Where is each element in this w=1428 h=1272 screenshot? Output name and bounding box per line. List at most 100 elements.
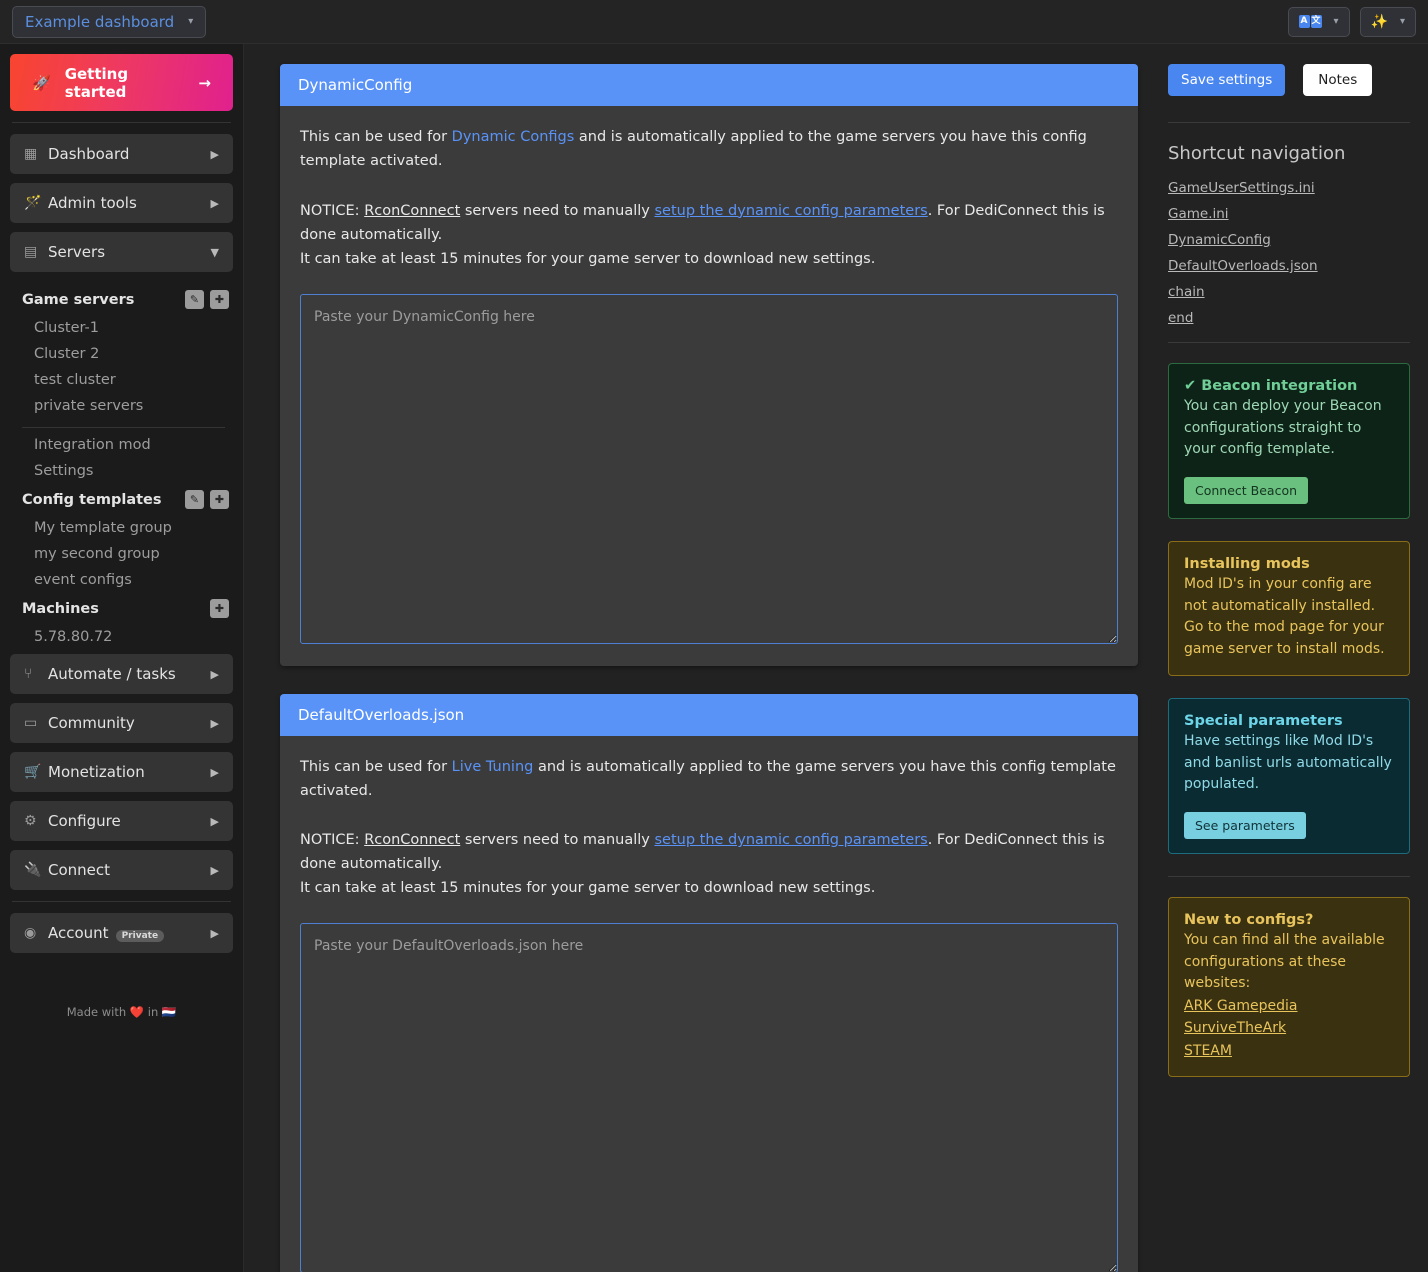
translate-button[interactable]: A 文 ▾: [1288, 7, 1350, 37]
special-parameters-body: Have settings like Mod ID's and banlist …: [1184, 731, 1394, 796]
tree-item-cluster-1[interactable]: Cluster-1: [10, 315, 233, 341]
tree-item-integration-mod[interactable]: Integration mod: [10, 432, 233, 458]
shortcut-link-defaultoverloads[interactable]: DefaultOverloads.json: [1168, 258, 1410, 274]
beacon-integration-card: ✔ Beacon integration You can deploy your…: [1168, 363, 1410, 519]
connect-beacon-button[interactable]: Connect Beacon: [1184, 477, 1308, 504]
notice-mid: servers need to manually: [460, 203, 654, 219]
edit-icon[interactable]: ✎: [185, 290, 204, 309]
magic-wand-icon: ✨: [1371, 15, 1388, 29]
shortcut-link-dynamicconfig[interactable]: DynamicConfig: [1168, 232, 1410, 248]
server-icon: ▤: [24, 244, 48, 260]
sidebar-item-label: Servers: [48, 243, 211, 261]
tree-group-label: Machines: [22, 601, 204, 617]
main-content: DynamicConfig This can be used for Dynam…: [244, 44, 1158, 1272]
sidebar-item-dashboard[interactable]: ▦ Dashboard ▶: [10, 134, 233, 174]
card-title: DefaultOverloads.json: [280, 694, 1138, 736]
translate-icon-a: A: [1299, 15, 1310, 28]
sidebar-item-configure[interactable]: ⚙ Configure ▶: [10, 801, 233, 841]
installing-mods-card: Installing mods Mod ID's in your config …: [1168, 541, 1410, 676]
add-icon[interactable]: ✚: [210, 290, 229, 309]
add-icon[interactable]: ✚: [210, 599, 229, 618]
chevron-down-icon: ▾: [1400, 17, 1405, 27]
divider: [1168, 122, 1410, 123]
new-to-configs-title: New to configs?: [1184, 912, 1394, 928]
tree-group-machines: Machines ✚: [10, 593, 233, 624]
account-label: Account: [48, 924, 109, 942]
translate-icon-b: 文: [1311, 15, 1322, 28]
tree-item-my-template-group[interactable]: My template group: [10, 515, 233, 541]
steam-link[interactable]: STEAM: [1184, 1040, 1394, 1062]
chevron-down-icon: ▾: [1334, 17, 1339, 27]
sidebar-item-servers[interactable]: ▤ Servers ▼: [10, 232, 233, 272]
tree-item-test-cluster[interactable]: test cluster: [10, 367, 233, 393]
add-icon[interactable]: ✚: [210, 490, 229, 509]
installing-mods-title: Installing mods: [1184, 556, 1394, 572]
arrow-right-icon: →: [198, 74, 211, 92]
top-bar-actions: A 文 ▾ ✨ ▾: [1288, 7, 1417, 37]
tree-item-my-second-group[interactable]: my second group: [10, 541, 233, 567]
magic-wand-icon: 🪄: [24, 195, 48, 211]
window-icon: ▭: [24, 715, 48, 731]
ark-gamepedia-link[interactable]: ARK Gamepedia: [1184, 995, 1394, 1017]
sidebar-item-label: Connect: [48, 861, 211, 879]
setup-parameters-link[interactable]: setup the dynamic config parameters: [654, 203, 927, 219]
notes-button[interactable]: Notes: [1303, 64, 1372, 96]
sidebar-item-automate-tasks[interactable]: ⑂ Automate / tasks ▶: [10, 654, 233, 694]
branch-icon: ⑂: [24, 666, 48, 682]
tree-item-event-configs[interactable]: event configs: [10, 567, 233, 593]
sidebar-item-label: Admin tools: [48, 194, 211, 212]
tree-group-config-templates: Config templates ✎ ✚: [10, 484, 233, 515]
sidebar-divider: [12, 122, 231, 123]
check-icon: ✔: [1184, 378, 1196, 394]
page-shell: 🚀 Getting started → ▦ Dashboard ▶ 🪄 Admi…: [0, 44, 1428, 1272]
dashboard-selector[interactable]: Example dashboard ▾: [12, 6, 206, 38]
right-sidebar-actions: Save settings Notes: [1168, 64, 1410, 96]
chevron-right-icon: ▶: [211, 717, 219, 730]
new-to-configs-body: You can find all the available configura…: [1184, 930, 1394, 995]
see-parameters-button[interactable]: See parameters: [1184, 812, 1306, 839]
tree-separator: [22, 427, 225, 428]
left-sidebar: 🚀 Getting started → ▦ Dashboard ▶ 🪄 Admi…: [0, 44, 244, 1272]
chevron-down-icon: ▾: [188, 17, 193, 27]
tree-item-settings[interactable]: Settings: [10, 458, 233, 484]
sidebar-divider: [12, 901, 231, 902]
shortcut-link-end[interactable]: end: [1168, 310, 1410, 326]
card-dynamicconfig: DynamicConfig This can be used for Dynam…: [280, 64, 1138, 666]
getting-started-button[interactable]: 🚀 Getting started →: [10, 54, 233, 111]
servers-tree: Game servers ✎ ✚ Cluster-1 Cluster 2 tes…: [10, 278, 233, 654]
sidebar-item-community[interactable]: ▭ Community ▶: [10, 703, 233, 743]
shortcut-link-game-ini[interactable]: Game.ini: [1168, 206, 1410, 222]
survivetheark-link[interactable]: SurviveTheArk: [1184, 1017, 1394, 1039]
defaultoverloads-textarea[interactable]: [300, 923, 1118, 1272]
special-parameters-title: Special parameters: [1184, 713, 1394, 729]
notice-mid: servers need to manually: [460, 832, 654, 848]
tree-item-private-servers[interactable]: private servers: [10, 393, 233, 419]
getting-started-label: Getting started: [65, 65, 179, 101]
tree-item-cluster-2[interactable]: Cluster 2: [10, 341, 233, 367]
theme-wand-button[interactable]: ✨ ▾: [1360, 7, 1416, 37]
dynamicconfig-textarea[interactable]: [300, 294, 1118, 644]
sidebar-item-label: AccountPrivate: [48, 924, 211, 942]
shortcut-link-gameusersettings[interactable]: GameUserSettings.ini: [1168, 180, 1410, 196]
chevron-right-icon: ▶: [211, 668, 219, 681]
plug-icon: 🔌: [24, 862, 48, 878]
card-body: This can be used for Live Tuning and is …: [280, 736, 1138, 1272]
notice-label: NOTICE:: [300, 203, 364, 219]
setup-parameters-link[interactable]: setup the dynamic config parameters: [654, 832, 927, 848]
sidebar-item-account[interactable]: ◉ AccountPrivate ▶: [10, 913, 233, 953]
dynamic-configs-link[interactable]: Dynamic Configs: [452, 129, 575, 145]
tree-group-label: Game servers: [22, 292, 179, 308]
sidebar-item-monetization[interactable]: 🛒 Monetization ▶: [10, 752, 233, 792]
installing-mods-body: Mod ID's in your config are not automati…: [1184, 574, 1394, 661]
beacon-title-text: Beacon integration: [1201, 378, 1357, 394]
sidebar-item-connect[interactable]: 🔌 Connect ▶: [10, 850, 233, 890]
sidebar-item-admin-tools[interactable]: 🪄 Admin tools ▶: [10, 183, 233, 223]
tree-item-machine-ip[interactable]: 5.78.80.72: [10, 624, 233, 650]
live-tuning-link[interactable]: Live Tuning: [452, 759, 534, 775]
shortcut-link-chain[interactable]: chain: [1168, 284, 1410, 300]
cart-icon: 🛒: [24, 764, 48, 780]
intro-pre: This can be used for: [300, 759, 452, 775]
edit-icon[interactable]: ✎: [185, 490, 204, 509]
rconconnect-term: RconConnect: [364, 832, 460, 848]
save-settings-button[interactable]: Save settings: [1168, 64, 1285, 96]
